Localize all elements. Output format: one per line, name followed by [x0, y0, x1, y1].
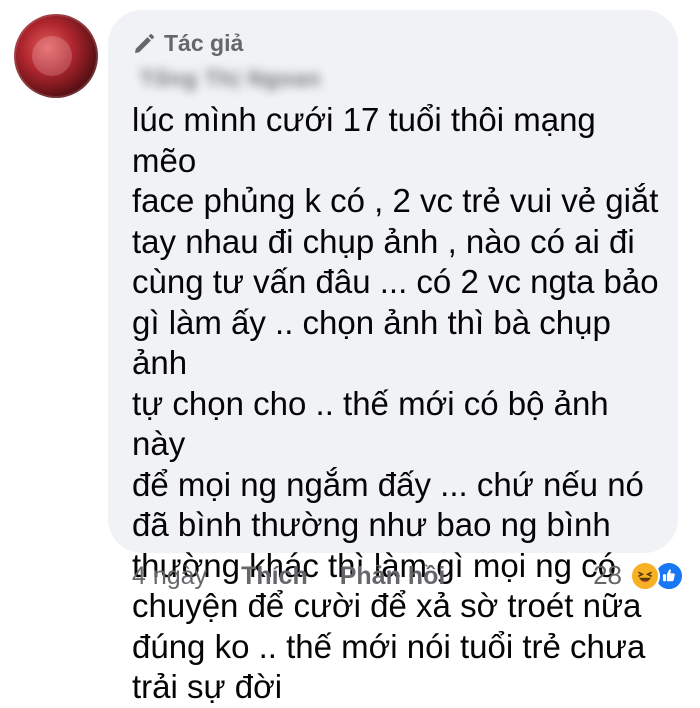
haha-icon — [630, 560, 660, 591]
comment-text: lúc mình cưới 17 tuổi thôi mạng mẽo face… — [132, 101, 659, 705]
like-button[interactable]: Thích — [241, 562, 308, 591]
author-name[interactable]: Tống Thị Ngoan — [140, 66, 321, 92]
comment-timestamp[interactable]: 4 ngày — [132, 562, 207, 591]
author-badge: Tác giả — [132, 30, 243, 57]
comment-bubble: Tác giả Tống Thị Ngoan lúc mình cưới 17 … — [108, 10, 678, 705]
avatar[interactable] — [14, 14, 98, 98]
reaction-summary[interactable]: 28 — [593, 560, 684, 591]
reaction-count: 28 — [593, 560, 622, 590]
comment-actions: 4 ngày Thích Phản hồi — [132, 562, 477, 591]
author-badge-label: Tác giả — [164, 30, 244, 56]
reply-button[interactable]: Phản hồi — [340, 562, 446, 591]
pen-icon — [135, 33, 155, 53]
